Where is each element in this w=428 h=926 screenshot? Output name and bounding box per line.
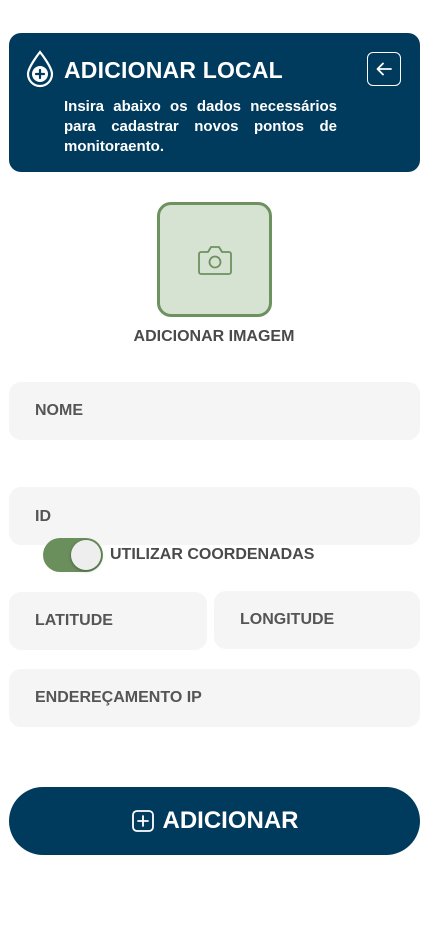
add-button[interactable]: ADICIONAR	[9, 787, 420, 855]
page-description: Insira abaixo os dados necessários para …	[64, 98, 337, 155]
use-coordinates-toggle[interactable]	[43, 538, 103, 572]
use-coordinates-label: UTILIZAR COORDENADAS	[110, 546, 315, 563]
toggle-knob	[71, 540, 101, 570]
header-card: ADICIONAR LOCAL Insira abaixo os dados n…	[9, 33, 420, 172]
ip-address-field[interactable]: ENDEREÇAMENTO IP	[9, 669, 420, 727]
page-title: ADICIONAR LOCAL	[64, 57, 283, 83]
add-image-label: ADICIONAR IMAGEM	[133, 328, 295, 345]
id-field[interactable]: ID	[9, 487, 420, 545]
add-button-label: ADICIONAR	[162, 807, 299, 834]
name-field[interactable]: NOME	[9, 382, 420, 440]
arrow-left-icon	[374, 59, 394, 79]
longitude-field[interactable]: LONGITUDE	[214, 591, 420, 649]
water-drop-plus-icon	[25, 50, 55, 88]
plus-square-icon	[131, 809, 155, 833]
add-image-button[interactable]	[157, 202, 272, 317]
latitude-field[interactable]: LATITUDE	[9, 592, 207, 650]
back-button[interactable]	[367, 52, 401, 86]
camera-icon	[197, 243, 233, 277]
